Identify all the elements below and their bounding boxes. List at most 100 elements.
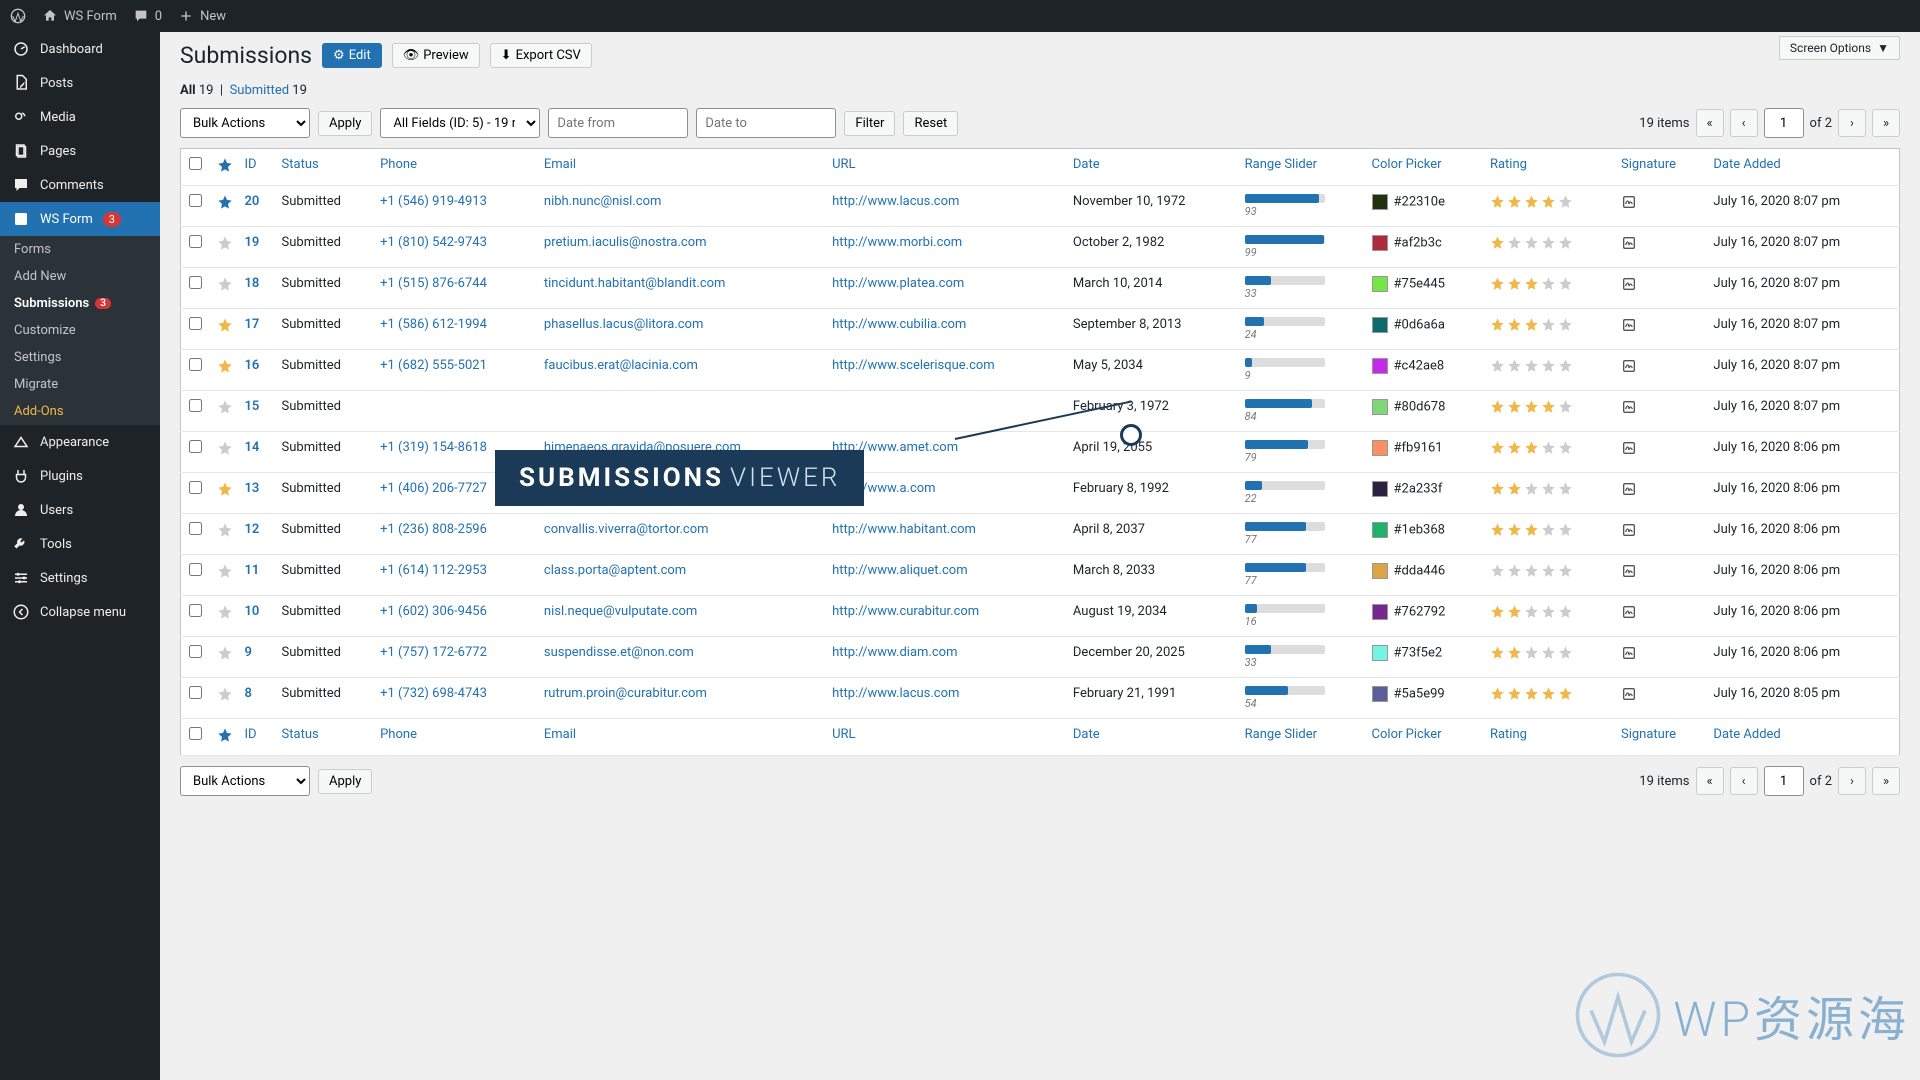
phone-link[interactable]: +1 (757) 172-6772 [380,645,487,660]
column-header[interactable]: Phone [374,719,538,756]
signature-cell[interactable] [1615,186,1707,227]
menu-comments[interactable]: Comments [0,168,160,202]
page-last[interactable]: » [1872,109,1900,137]
column-header[interactable]: Date [1067,719,1239,756]
page-next-bottom[interactable]: › [1838,767,1866,795]
star-icon[interactable] [211,555,239,596]
column-header[interactable]: Email [538,149,826,186]
signature-cell[interactable] [1615,637,1707,678]
row-checkbox[interactable] [189,276,202,289]
submission-id-link[interactable]: 14 [245,440,260,455]
column-header[interactable]: ID [239,149,276,186]
bulk-actions-select-bottom[interactable]: Bulk Actions [180,766,310,796]
comments-link[interactable]: 0 [133,8,162,24]
submission-id-link[interactable]: 19 [245,235,260,250]
screen-options-toggle[interactable]: Screen Options ▼ [1779,36,1900,60]
date-from-input[interactable] [548,108,688,138]
row-checkbox[interactable] [189,481,202,494]
submission-id-link[interactable]: 11 [245,563,260,578]
url-link[interactable]: http://www.scelerisque.com [832,358,995,373]
row-checkbox[interactable] [189,399,202,412]
page-last-bottom[interactable]: » [1872,767,1900,795]
star-icon[interactable] [211,432,239,473]
select-all-checkbox[interactable] [189,727,202,740]
column-header[interactable]: URL [826,719,1067,756]
signature-cell[interactable] [1615,391,1707,432]
row-checkbox[interactable] [189,317,202,330]
phone-link[interactable]: +1 (515) 876-6744 [380,276,487,291]
menu-media[interactable]: Media [0,100,160,134]
email-link[interactable]: phasellus.lacus@litora.com [544,317,703,332]
star-icon[interactable] [211,350,239,391]
email-link[interactable]: pretium.iaculis@nostra.com [544,235,707,250]
column-header[interactable]: Signature [1615,149,1707,186]
row-checkbox[interactable] [189,604,202,617]
page-first-bottom[interactable]: « [1696,767,1724,795]
wp-logo-icon[interactable] [10,8,26,24]
column-header[interactable]: Phone [374,149,538,186]
url-link[interactable]: http://www.lacus.com [832,194,959,209]
filter-submitted[interactable]: Submitted [230,83,289,98]
submission-id-link[interactable]: 20 [245,194,260,209]
phone-link[interactable]: +1 (546) 919-4913 [380,194,487,209]
column-header[interactable] [181,719,211,756]
row-checkbox[interactable] [189,645,202,658]
menu-dashboard[interactable]: Dashboard [0,32,160,66]
url-link[interactable]: http://www.habitant.com [832,522,976,537]
star-icon[interactable] [211,514,239,555]
star-icon[interactable] [211,473,239,514]
submission-id-link[interactable]: 17 [245,317,260,332]
column-header[interactable]: Email [538,719,826,756]
phone-link[interactable]: +1 (586) 612-1994 [380,317,487,332]
bulk-actions-select[interactable]: Bulk Actions [180,108,310,138]
url-link[interactable]: http://www.morbi.com [832,235,962,250]
column-header[interactable]: Rating [1484,149,1615,186]
url-link[interactable]: http://www.platea.com [832,276,964,291]
phone-link[interactable]: +1 (602) 306-9456 [380,604,487,619]
submenu-forms[interactable]: Forms [0,236,160,263]
star-icon[interactable] [211,186,239,227]
column-header[interactable]: Color Picker [1366,149,1484,186]
phone-link[interactable]: +1 (614) 112-2953 [380,563,487,578]
star-icon[interactable] [211,227,239,268]
page-prev-bottom[interactable]: ‹ [1730,767,1758,795]
phone-link[interactable]: +1 (406) 206-7727 [380,481,487,496]
column-header[interactable]: Signature [1615,719,1707,756]
row-checkbox[interactable] [189,686,202,699]
column-header[interactable]: ID [239,719,276,756]
submission-id-link[interactable]: 13 [245,481,260,496]
row-checkbox[interactable] [189,440,202,453]
menu-pages[interactable]: Pages [0,134,160,168]
new-content[interactable]: New [178,8,226,24]
column-header[interactable]: Color Picker [1366,719,1484,756]
column-header[interactable] [181,149,211,186]
submenu-add-new[interactable]: Add New [0,263,160,290]
url-link[interactable]: http://www.lacus.com [832,686,959,701]
menu-users[interactable]: Users [0,493,160,527]
submenu-migrate[interactable]: Migrate [0,371,160,398]
phone-link[interactable]: +1 (682) 555-5021 [380,358,487,373]
row-checkbox[interactable] [189,522,202,535]
menu-wsform[interactable]: WS Form3 [0,202,160,236]
submission-id-link[interactable]: 18 [245,276,260,291]
select-all-checkbox[interactable] [189,157,202,170]
column-header[interactable]: URL [826,149,1067,186]
apply-bulk-button-bottom[interactable]: Apply [318,769,372,794]
submission-id-link[interactable]: 8 [245,686,252,701]
signature-cell[interactable] [1615,555,1707,596]
column-header[interactable] [211,149,239,186]
preview-button[interactable]: 👁 Preview [392,43,480,68]
phone-link[interactable]: +1 (319) 154-8618 [380,440,487,455]
email-link[interactable]: convallis.viverra@tortor.com [544,522,709,537]
menu-appearance[interactable]: Appearance [0,425,160,459]
email-link[interactable]: tincidunt.habitant@blandit.com [544,276,726,291]
signature-cell[interactable] [1615,309,1707,350]
url-link[interactable]: http://www.cubilia.com [832,317,966,332]
menu-collapse[interactable]: Collapse menu [0,595,160,629]
signature-cell[interactable] [1615,514,1707,555]
url-link[interactable]: http://www.aliquet.com [832,563,968,578]
apply-bulk-button[interactable]: Apply [318,111,372,136]
star-icon[interactable] [211,637,239,678]
menu-posts[interactable]: Posts [0,66,160,100]
column-header[interactable]: Date Added [1707,149,1899,186]
